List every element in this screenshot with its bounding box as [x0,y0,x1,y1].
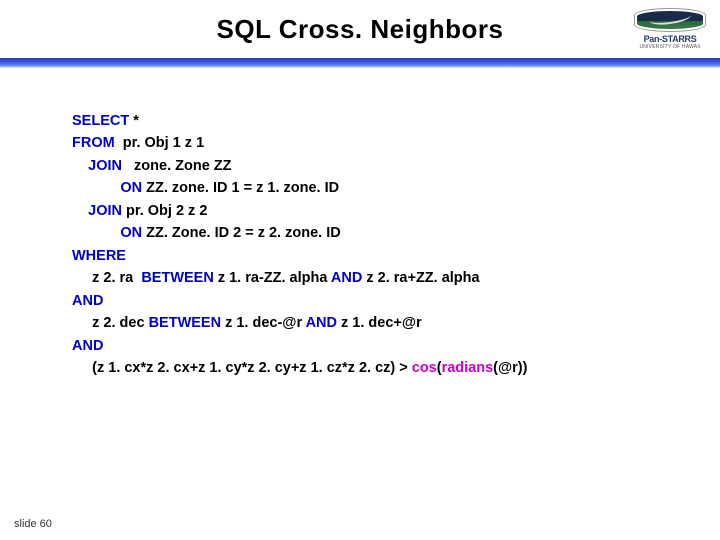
kw-select: SELECT [72,113,129,129]
kw-and2: AND [72,338,103,354]
panstarrs-logo: Pan-STARRS UNIVERSITY OF HAWAII [634,8,706,50]
title-divider [0,58,720,68]
fn-radians: radians [442,360,494,376]
sql-code-block: SELECT * FROM pr. Obj 1 z 1 JOIN zone. Z… [72,110,660,380]
join2-src: pr. Obj 2 z 2 [122,203,207,219]
panstarrs-logo-subtitle: UNIVERSITY OF HAWAII [634,44,706,50]
kw-from: FROM [72,135,115,151]
kw-and-inline1: AND [331,270,362,286]
panstarrs-logo-text: Pan-STARRS [634,34,706,44]
kw-on1: ON [120,180,142,196]
where-dec-b: z 1. dec-@r [221,315,306,331]
kw-on2: ON [120,225,142,241]
where-ra-b: z 1. ra-ZZ. alpha [214,270,331,286]
on1-expr: ZZ. zone. ID 1 = z 1. zone. ID [142,180,339,196]
kw-and1: AND [72,293,103,309]
panstarrs-logo-image [634,8,706,32]
kw-where: WHERE [72,248,126,264]
where-ra-a: z 2. ra [72,270,141,286]
where-ra-c: z 2. ra+ZZ. alpha [362,270,479,286]
fn-cos: cos [412,360,437,376]
where-dec-c: z 1. dec+@r [337,315,422,331]
slide-title: SQL Cross. Neighbors [0,14,720,45]
sql-star: * [129,113,143,129]
kw-between1: BETWEEN [141,270,214,286]
where-dec-a: z 2. dec [72,315,149,331]
where-dot-b: (@r)) [493,360,527,376]
from-src: pr. Obj 1 z 1 [115,135,204,151]
kw-join1: JOIN [88,158,122,174]
kw-and-inline2: AND [306,315,337,331]
join1-src: zone. Zone ZZ [122,158,232,174]
on2-expr: ZZ. Zone. ID 2 = z 2. zone. ID [142,225,341,241]
slide-number: slide 60 [14,518,52,530]
where-dot-a: (z 1. cx*z 2. cx+z 1. cy*z 2. cy+z 1. cz… [72,360,412,376]
kw-join2: JOIN [88,203,122,219]
kw-between2: BETWEEN [149,315,222,331]
